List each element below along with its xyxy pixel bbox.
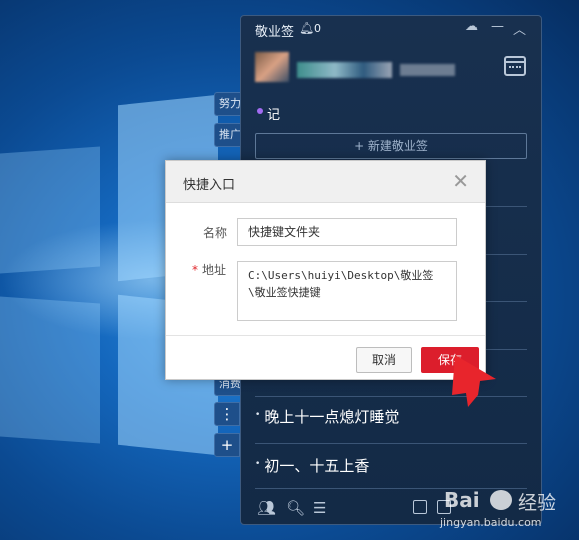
notes-list-icon[interactable]: ☰ <box>313 499 326 517</box>
cloud-icon[interactable]: ☁ <box>465 19 478 34</box>
required-star: * <box>192 263 198 277</box>
address-input[interactable]: C:\Users\huiyi\Desktop\敬业签\敬业签快捷键 <box>237 261 457 321</box>
section-dot <box>257 108 263 114</box>
note-item[interactable]: • 初一、十五上香 <box>255 455 369 476</box>
username-blurred <box>297 62 392 78</box>
address-label-wrap: * 地址 <box>192 261 226 278</box>
windows-logo-pane <box>0 296 100 444</box>
app-titlebar: 敬业签 🔔︎ 0 ☁ — ︿ <box>241 16 541 42</box>
watermark-url: jingyan.baidu.com <box>440 516 542 529</box>
note-text: 初一、十五上香 <box>264 457 370 475</box>
add-category-button[interactable]: + <box>214 433 240 457</box>
bullet: • <box>255 410 261 420</box>
app-title: 敬业签 <box>255 25 295 40</box>
name-input[interactable]: 快捷键文件夹 <box>237 218 457 246</box>
windows-logo-pane <box>0 146 100 274</box>
cancel-button[interactable]: 取消 <box>356 347 412 373</box>
list-divider <box>255 443 527 444</box>
shortcut-dialog: 快捷入口 ✕ 名称 快捷键文件夹 * 地址 C:\Users\huiyi\Desk… <box>165 160 486 380</box>
calendar-icon[interactable] <box>504 56 526 76</box>
dialog-title: 快捷入口 <box>183 178 236 193</box>
contacts-icon[interactable]: 👥︎ <box>257 499 276 517</box>
collapse-icon[interactable]: ︿ <box>513 19 526 38</box>
name-label: 名称 <box>203 226 228 240</box>
watermark-brand: Bai <box>444 488 480 512</box>
user-info <box>255 52 455 82</box>
side-tab-effort[interactable]: 努力 <box>214 92 242 116</box>
watermark: Bai 经验 jingyan.baidu.com <box>440 488 570 536</box>
note-text: 晚上十一点熄灯睡觉 <box>264 408 400 426</box>
annotation-arrow <box>452 355 496 407</box>
section-label: 记 <box>267 108 281 123</box>
dialog-header: 快捷入口 ✕ <box>166 161 485 203</box>
bell-icon[interactable]: 🔔︎ <box>299 21 314 35</box>
close-icon[interactable]: ✕ <box>452 170 469 192</box>
bullet: • <box>255 459 261 469</box>
account-blurred <box>400 64 455 76</box>
address-label: 地址 <box>202 263 227 277</box>
notification-count: 0 <box>314 22 321 35</box>
note-item[interactable]: • 晚上十一点熄灯睡觉 <box>255 406 399 427</box>
baidu-paw-icon <box>490 490 512 510</box>
dialog-footer-divider <box>166 335 485 336</box>
watermark-text: 经验 <box>518 492 557 514</box>
avatar[interactable] <box>255 52 289 82</box>
new-note-button[interactable]: + 新建敬业签 <box>255 133 527 159</box>
more-options-button[interactable]: ⋮ <box>214 402 240 426</box>
search-icon[interactable]: 🔍︎ <box>286 499 305 517</box>
minimize-icon[interactable]: — <box>491 19 504 34</box>
add-note-icon[interactable] <box>413 500 427 514</box>
side-tab-promo[interactable]: 推广 <box>214 123 242 147</box>
